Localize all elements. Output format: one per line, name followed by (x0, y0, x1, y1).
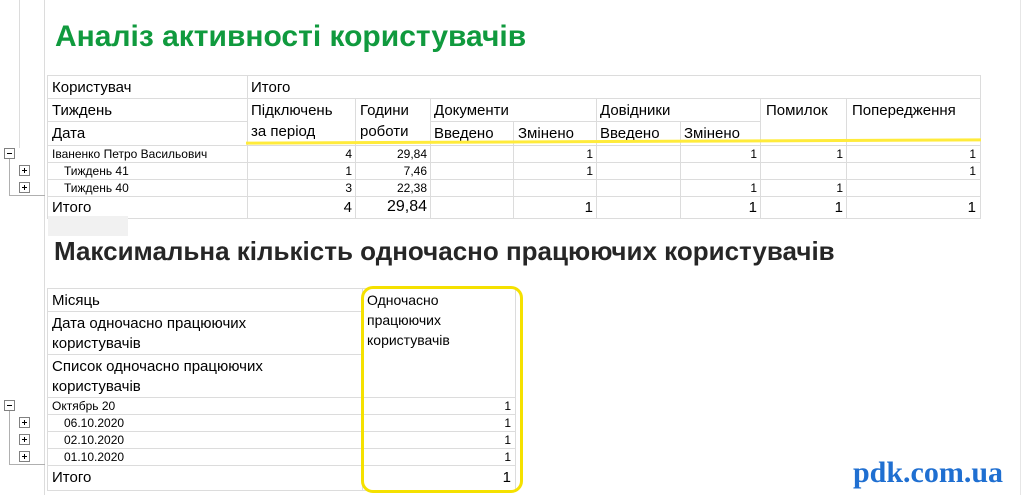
row-label: Іваненко Петро Васильович (52, 147, 208, 161)
header-connections-2: за період (251, 123, 316, 140)
total-connections: 4 (343, 199, 352, 216)
highlight-frame (361, 286, 523, 493)
report-title: Аналіз активності користувачів (55, 20, 527, 53)
expand-icon[interactable] (19, 434, 30, 445)
tree-line (9, 464, 45, 465)
header-hours: Години (360, 102, 409, 119)
gutter-line (44, 0, 45, 495)
highlight-underline (245, 138, 982, 145)
row-label: 01.10.2020 (64, 450, 125, 464)
total-hours: 29,84 (386, 198, 427, 215)
header-connections: Підключень (251, 102, 333, 119)
cell-ref-changed: 1 (750, 147, 757, 161)
section-title: Максимальна кількість одночасно працюючи… (54, 236, 835, 266)
header-hours-2: роботи (360, 123, 409, 140)
expand-icon[interactable] (19, 165, 30, 176)
header-date: Дата (52, 125, 86, 142)
header-errors: Помилок (766, 102, 828, 119)
collapse-icon[interactable] (4, 400, 15, 411)
row-label: Тиждень 41 (64, 164, 129, 178)
total-ref-changed: 1 (748, 199, 757, 216)
cell-connections: 4 (345, 147, 352, 161)
cell-hours: 7,46 (403, 164, 427, 178)
cell-warnings: 1 (969, 147, 976, 161)
total-errors: 1 (834, 199, 843, 216)
expand-icon[interactable] (19, 182, 30, 193)
row-label: Тиждень 40 (64, 181, 129, 195)
cell-warnings: 1 (969, 164, 976, 178)
header-week: Тиждень (52, 102, 113, 119)
cell-hours: 29,84 (396, 147, 427, 161)
header-total: Итого (251, 79, 291, 96)
header-warnings: Попередження (852, 102, 956, 119)
header-documents: Документи (434, 102, 509, 119)
total-warnings: 1 (967, 199, 976, 216)
cell-selection[interactable] (48, 216, 128, 236)
total-label: Итого (52, 469, 92, 486)
watermark: pdk.com.ua (852, 456, 1003, 489)
gutter-line (19, 0, 20, 148)
row-label: 06.10.2020 (64, 416, 125, 430)
cell-ref-changed: 1 (750, 181, 757, 195)
cell-errors: 1 (836, 181, 843, 195)
expand-icon[interactable] (19, 417, 30, 428)
header-references: Довідники (600, 102, 671, 119)
cell-doc-changed: 1 (586, 164, 593, 178)
header-month: Місяць (52, 292, 100, 309)
cell-hours: 22,38 (396, 181, 427, 195)
header-date-concurrent: Дата одночасно працюючих (52, 315, 247, 332)
collapse-icon[interactable] (4, 148, 15, 159)
header-doc-entered: Введено (434, 125, 494, 142)
total-doc-changed: 1 (584, 199, 593, 216)
row-label: Октябрь 20 (52, 399, 116, 413)
tree-line (9, 411, 10, 465)
cell-errors: 1 (836, 147, 843, 161)
header-date-concurrent-2: користувачів (52, 335, 141, 352)
cell-connections: 3 (345, 181, 352, 195)
cell-connections: 1 (345, 164, 352, 178)
page-edge (1020, 0, 1021, 495)
header-user: Користувач (52, 79, 132, 96)
cell-doc-changed: 1 (586, 147, 593, 161)
tree-line (9, 159, 10, 196)
header-list-concurrent-2: користувачів (52, 378, 141, 395)
row-label: 02.10.2020 (64, 433, 125, 447)
header-list-concurrent: Список одночасно працюючих (52, 358, 263, 375)
expand-icon[interactable] (19, 451, 30, 462)
total-label: Итого (52, 199, 92, 216)
tree-line (9, 195, 45, 196)
